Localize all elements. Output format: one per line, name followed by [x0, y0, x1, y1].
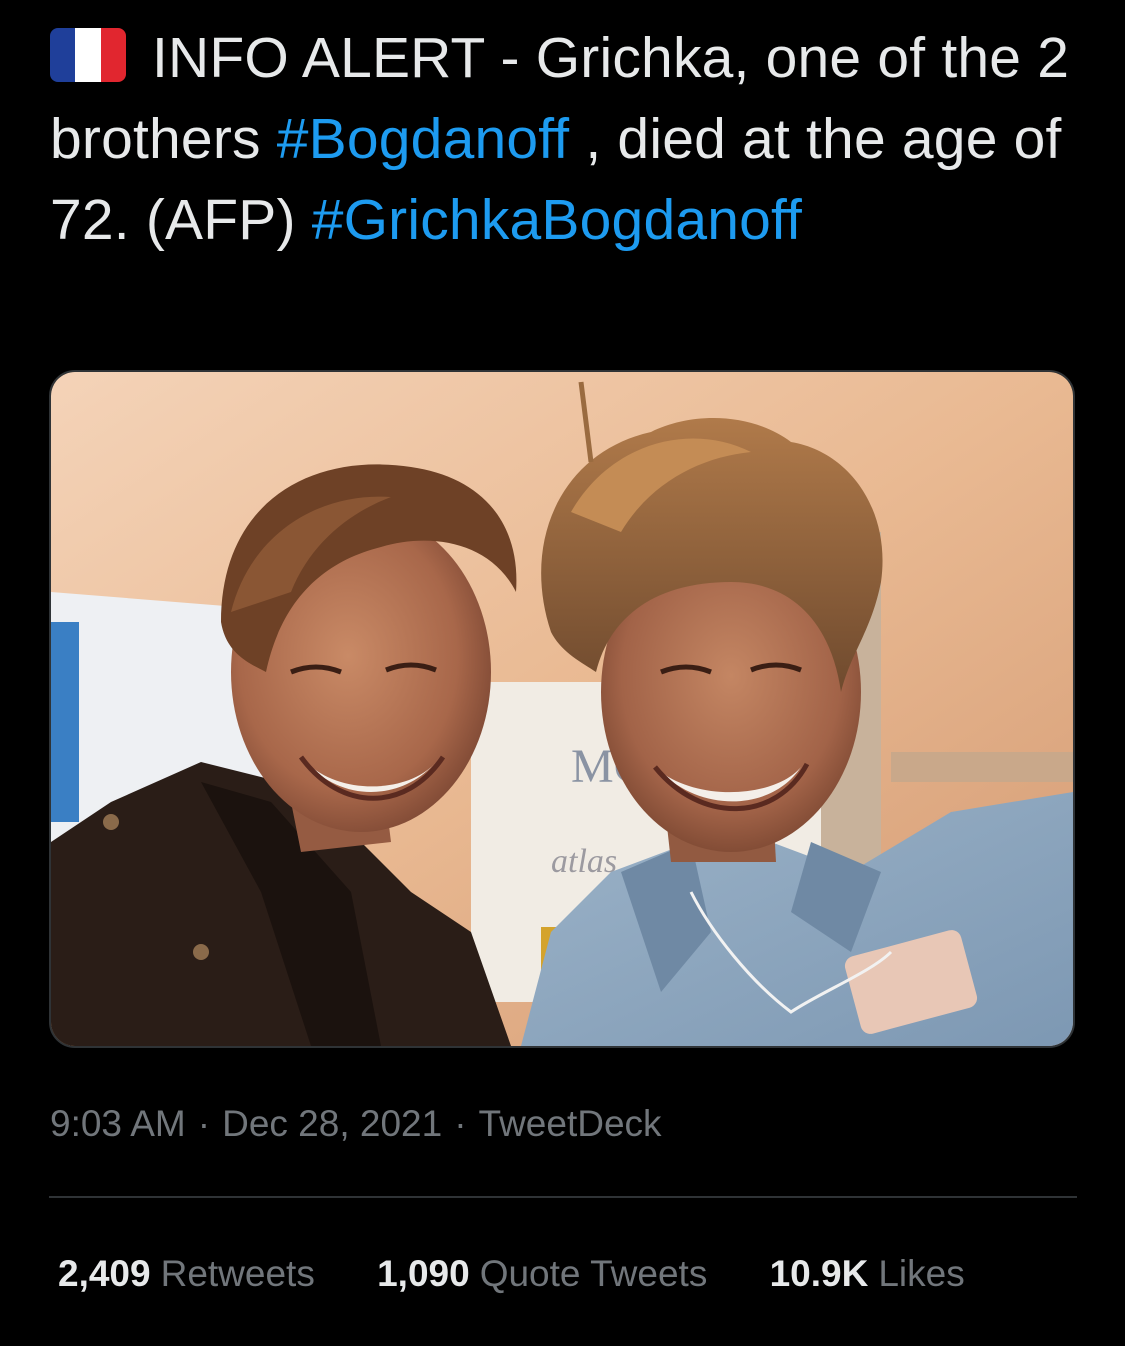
retweets-count: 2,409	[58, 1253, 151, 1294]
tweet-time[interactable]: 9:03 AM	[50, 1103, 186, 1144]
likes-count: 10.9K	[769, 1253, 869, 1294]
tweet-stats: 2,409 Retweets 1,090 Quote Tweets 10.9K Lik…	[58, 1252, 965, 1296]
retweets-stat[interactable]: 2,409 Retweets	[58, 1252, 315, 1296]
likes-label: Likes	[878, 1253, 965, 1294]
meta-separator: ·	[197, 1103, 211, 1144]
sign-text-atlas: atlas	[551, 843, 617, 880]
photo-illustration: MC atlas	[51, 372, 1073, 1046]
meta-separator: ·	[454, 1103, 467, 1144]
hashtag-grichkabogdanoff-link[interactable]: #GrichkaBogdanoff	[312, 188, 802, 252]
hashtag-bogdanoff-link[interactable]: #Bogdanoff	[277, 107, 570, 171]
likes-stat[interactable]: 10.9K Likes	[770, 1252, 965, 1296]
tweet-text: INFO ALERT - Grichka, one of the 2 broth…	[50, 18, 1090, 261]
tweet-date[interactable]: Dec 28, 2021	[222, 1103, 442, 1144]
tweet-photo[interactable]: MC atlas	[49, 370, 1075, 1048]
france-flag-icon	[50, 28, 126, 82]
quote-tweets-label: Quote Tweets	[479, 1253, 708, 1294]
tweet-meta: 9:03 AM · Dec 28, 2021 · TweetDeck	[50, 1102, 662, 1146]
retweets-label: Retweets	[160, 1253, 315, 1294]
tweet-source-link[interactable]: TweetDeck	[479, 1103, 662, 1144]
quote-tweets-stat[interactable]: 1,090 Quote Tweets	[377, 1252, 707, 1296]
divider	[49, 1196, 1077, 1198]
quote-tweets-count: 1,090	[377, 1253, 470, 1294]
